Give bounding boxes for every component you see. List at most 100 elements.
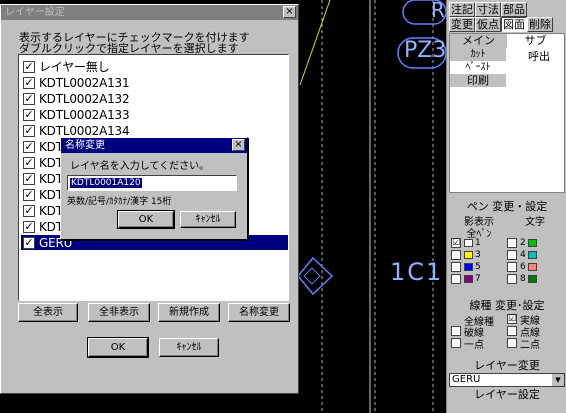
layer-checkbox[interactable]: ✓ — [23, 108, 35, 121]
one-dot-line-label: 一点 — [464, 339, 484, 351]
one-dot-line-row[interactable]: 一点 — [451, 337, 507, 351]
two-dot-line-checkbox[interactable] — [507, 338, 517, 348]
layer-select-value: GERU — [452, 374, 481, 385]
rename-ok-button[interactable]: OK — [117, 210, 175, 229]
layer-name-input-value: KDTL0001A120 — [70, 178, 142, 188]
rename-prompt: レイヤ名を入力してください。 — [70, 161, 210, 172]
pen-row-6[interactable]: 6 — [507, 261, 563, 273]
layer-checkbox[interactable]: ✓ — [23, 92, 35, 105]
layer-checkbox[interactable]: ✓ — [23, 124, 35, 137]
pen-5-label: 5 — [475, 262, 481, 272]
drawing-button[interactable]: 図面 — [501, 17, 527, 32]
pen-6-checkbox[interactable] — [507, 262, 517, 272]
toolbar-row-2: 変更 仮点 図面 削除 — [449, 17, 566, 32]
cad-label-r: R — [431, 0, 445, 22]
ok-button[interactable]: OK — [87, 337, 149, 358]
pen-4-label: 4 — [520, 250, 526, 260]
pen-row-7[interactable]: 7 — [451, 273, 507, 285]
layer-row[interactable]: ✓ KDTL0002A131 — [21, 75, 288, 90]
linetype-settings: 全線種 ☑ 実線 破線 点線 一点 二点 — [451, 313, 563, 351]
pen-6-swatch — [527, 263, 537, 271]
print-command[interactable]: 印刷 — [450, 74, 506, 87]
rename-cancel-button[interactable]: ｷｬﾝｾﾙ — [180, 211, 236, 228]
layer-checkbox[interactable]: ✓ — [23, 188, 35, 201]
layer-checkbox[interactable]: ✓ — [23, 236, 35, 249]
pen-3-label: 3 — [475, 250, 481, 260]
command-menu: メイン サブ ｶｯﾄ ﾍﾟｰｽﾄ 印刷 呼出 — [449, 33, 565, 193]
two-dot-line-row[interactable]: 二点 — [507, 337, 563, 351]
paste-command[interactable]: ﾍﾟｰｽﾄ — [450, 61, 506, 74]
pen-2-checkbox[interactable] — [507, 238, 517, 248]
tab-main[interactable]: メイン — [450, 34, 507, 48]
pen-settings: 影表示 文字 全ﾍﾟﾝ ☑ 1 3 5 7 2 4 6 8 — [451, 213, 563, 285]
pen-7-checkbox[interactable] — [451, 274, 461, 284]
cad-label-pz3: PZ3 — [404, 38, 447, 63]
pen-3-swatch — [464, 251, 473, 259]
temp-point-button[interactable]: 仮点 — [475, 17, 501, 32]
layer-name-input[interactable]: KDTL0001A120 — [67, 175, 237, 191]
layer-row[interactable]: ✓ KDTL0002A134 — [21, 123, 288, 138]
rename-button[interactable]: 名称変更 — [228, 303, 290, 322]
layer-change-title: レイヤー変更 — [474, 359, 540, 372]
tab-sub[interactable]: サブ — [507, 34, 564, 48]
pen-1-checkbox[interactable]: ☑ — [451, 238, 461, 248]
all-pen-button[interactable]: 全ﾍﾟﾝ — [451, 225, 507, 240]
show-all-button[interactable]: 全表示 — [18, 303, 78, 322]
layer-select[interactable]: GERU ▼ — [449, 373, 565, 387]
pen-1-label: 1 — [475, 238, 481, 248]
layer-checkbox[interactable]: ✓ — [23, 156, 35, 169]
one-dot-line-checkbox[interactable] — [451, 338, 461, 348]
command-tabs: メイン サブ — [450, 34, 564, 48]
pen-row-3[interactable]: 3 — [451, 249, 507, 261]
pen-row-5[interactable]: 5 — [451, 261, 507, 273]
text-label: 文字 — [525, 217, 545, 228]
pen-3-checkbox[interactable] — [451, 250, 461, 260]
new-layer-button[interactable]: 新規作成 — [158, 303, 220, 322]
delete-button[interactable]: 削除 — [527, 17, 553, 32]
layer-name: KDTL0002A134 — [39, 123, 130, 138]
parts-button[interactable]: 部品 — [501, 2, 527, 17]
pen-4-checkbox[interactable] — [507, 250, 517, 260]
dashed-line-checkbox[interactable] — [451, 326, 461, 336]
two-dot-line-label: 二点 — [520, 339, 540, 351]
pen-row-8[interactable]: 8 — [507, 273, 563, 285]
pen-row-4[interactable]: 4 — [507, 249, 563, 261]
hide-all-button[interactable]: 全非表示 — [88, 303, 150, 322]
pen-8-swatch — [527, 275, 537, 283]
cut-command[interactable]: ｶｯﾄ — [450, 48, 506, 61]
layer-checkbox[interactable]: ✓ — [23, 140, 35, 153]
command-panel: 注記 寸法 部品 変更 仮点 図面 削除 メイン サブ ｶｯﾄ ﾍﾟｰｽﾄ 印刷… — [446, 0, 566, 413]
layer-checkbox[interactable]: ✓ — [23, 172, 35, 185]
dotted-line-checkbox[interactable] — [507, 326, 517, 336]
close-icon[interactable]: × — [232, 139, 245, 151]
solid-line-checkbox[interactable]: ☑ — [507, 314, 517, 324]
chevron-down-icon[interactable]: ▼ — [552, 374, 564, 386]
modify-button[interactable]: 変更 — [449, 17, 475, 32]
layer-dialog-titlebar[interactable]: レイヤー設定 × — [1, 5, 298, 20]
layer-row[interactable]: ✓ KDTL0002A133 — [21, 107, 288, 122]
layer-checkbox[interactable]: ✓ — [23, 60, 35, 73]
linetype-settings-title: 線種 変更･設定 — [469, 299, 545, 312]
layer-checkbox[interactable]: ✓ — [23, 76, 35, 89]
layer-row[interactable]: ✓ KDTL0002A132 — [21, 91, 288, 106]
pen-7-label: 7 — [475, 274, 481, 284]
pen-8-label: 8 — [520, 274, 526, 284]
rename-dialog-titlebar[interactable]: 名称変更 × — [61, 138, 247, 153]
recall-command[interactable]: 呼出 — [514, 48, 564, 64]
annotation-button[interactable]: 注記 — [449, 2, 475, 17]
pen-row-1[interactable]: ☑ 1 — [451, 237, 507, 249]
rename-dialog: 名称変更 × レイヤ名を入力してください。 KDTL0001A120 英数/記号… — [60, 137, 248, 240]
pen-8-checkbox[interactable] — [507, 274, 517, 284]
pen-7-swatch — [464, 275, 473, 283]
cancel-button[interactable]: ｷｬﾝｾﾙ — [159, 338, 219, 357]
layer-row-none[interactable]: ✓ レイヤー無し — [21, 59, 288, 74]
pen-row-2[interactable]: 2 — [507, 237, 563, 249]
layer-checkbox[interactable]: ✓ — [23, 220, 35, 233]
layer-name: KDTL0002A133 — [39, 107, 130, 122]
close-icon[interactable]: × — [283, 6, 296, 18]
pen-2-label: 2 — [520, 238, 526, 248]
dimension-button[interactable]: 寸法 — [475, 2, 501, 17]
layer-checkbox[interactable]: ✓ — [23, 204, 35, 217]
rename-dialog-title: 名称変更 — [65, 140, 105, 151]
pen-5-checkbox[interactable] — [451, 262, 461, 272]
